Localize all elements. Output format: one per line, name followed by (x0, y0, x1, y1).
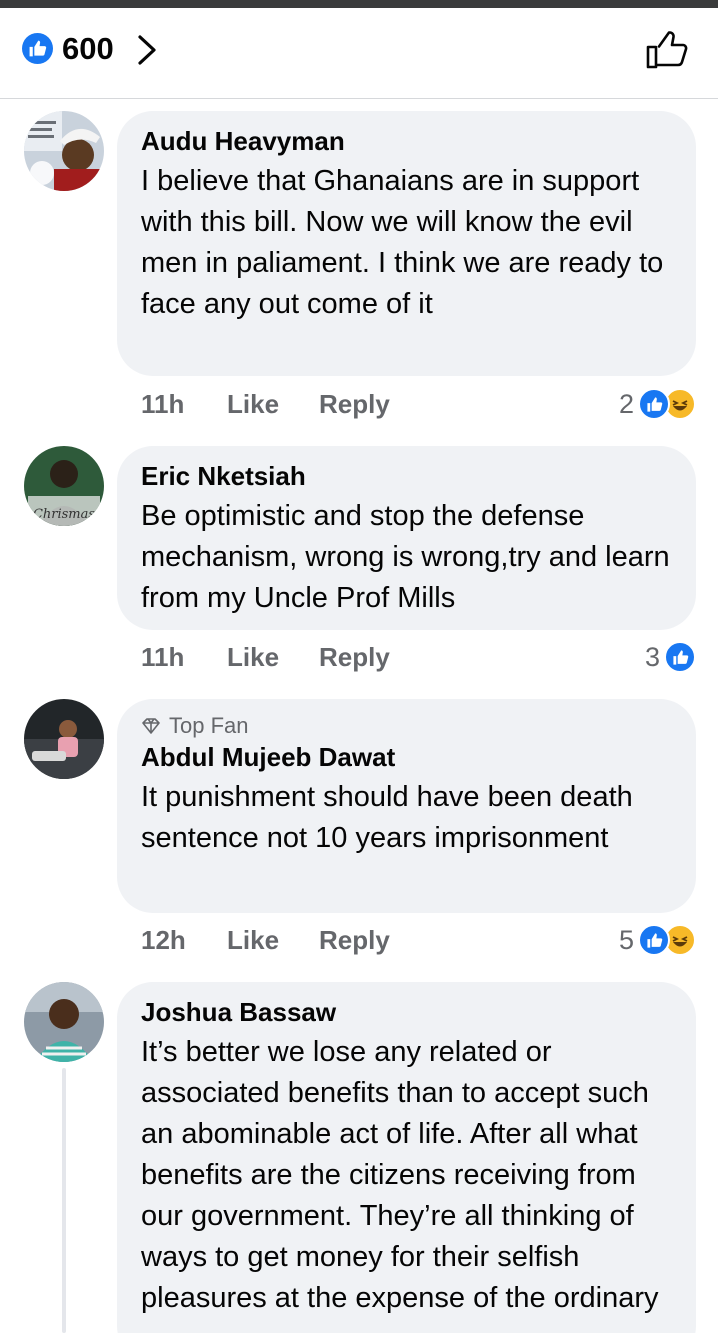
comment-author[interactable]: Abdul Mujeeb Dawat (141, 741, 672, 773)
chevron-right-icon[interactable] (134, 34, 160, 66)
badge-label: Top Fan (169, 713, 249, 738)
comment-bubble: Audu Heavyman I believe that Ghanaians a… (117, 111, 696, 376)
avatar[interactable]: Chrismas (24, 446, 104, 526)
like-reaction-icon (638, 924, 670, 956)
comment-text: It punishment should have been death sen… (141, 781, 633, 854)
reaction-summary[interactable]: 5 (619, 920, 696, 960)
reply-thread-line (62, 1068, 66, 1333)
thumbs-up-outline-icon[interactable] (645, 30, 689, 70)
like-icon[interactable] (22, 33, 53, 64)
comment-bubble: Top Fan Abdul Mujeeb Dawat It punishment… (117, 699, 696, 913)
svg-text:Chrismas: Chrismas (33, 507, 95, 522)
comment-actions: 11h Like Reply (141, 384, 419, 424)
top-fan-badge[interactable]: Top Fan (141, 713, 672, 739)
avatar[interactable] (24, 111, 104, 191)
comment-bubble: Joshua Bassaw It’s better we lose any re… (117, 982, 696, 1333)
avatar[interactable] (24, 699, 104, 779)
comment-time[interactable]: 11h (141, 642, 227, 673)
avatar[interactable] (24, 982, 104, 1062)
comment-actions: 12h Like Reply (141, 920, 419, 960)
comment-text: I believe that Ghanaians are in support … (141, 165, 664, 320)
comment-time[interactable]: 12h (141, 925, 227, 956)
comment-author[interactable]: Audu Heavyman (141, 125, 672, 157)
reaction-count: 2 (618, 388, 634, 419)
like-button[interactable]: Like (227, 389, 319, 420)
reaction-summary[interactable]: 3 (645, 637, 696, 677)
comment-time[interactable]: 11h (141, 389, 227, 420)
reaction-summary[interactable]: 2 (619, 384, 696, 424)
reply-button[interactable]: Reply (319, 642, 419, 673)
comment-text: It’s better we lose any related or assoc… (141, 1036, 659, 1314)
reactions-header: 600 (0, 8, 718, 99)
like-button[interactable]: Like (227, 642, 319, 673)
like-reaction-icon (664, 641, 696, 673)
reaction-count: 5 (618, 924, 634, 955)
like-reaction-icon (638, 388, 670, 420)
comment-text: Be optimistic and stop the defense mecha… (141, 500, 670, 614)
reaction-count[interactable]: 600 (62, 32, 114, 66)
like-button[interactable]: Like (227, 925, 319, 956)
reaction-count: 3 (644, 641, 660, 672)
diamond-icon (142, 718, 160, 734)
comment-author[interactable]: Joshua Bassaw (141, 996, 672, 1028)
comment-bubble: Eric Nketsiah Be optimistic and stop the… (117, 446, 696, 630)
comment-actions: 11h Like Reply (141, 637, 419, 677)
status-strip (0, 0, 718, 8)
reply-button[interactable]: Reply (319, 925, 419, 956)
reply-button[interactable]: Reply (319, 389, 419, 420)
comment-author[interactable]: Eric Nketsiah (141, 460, 672, 492)
